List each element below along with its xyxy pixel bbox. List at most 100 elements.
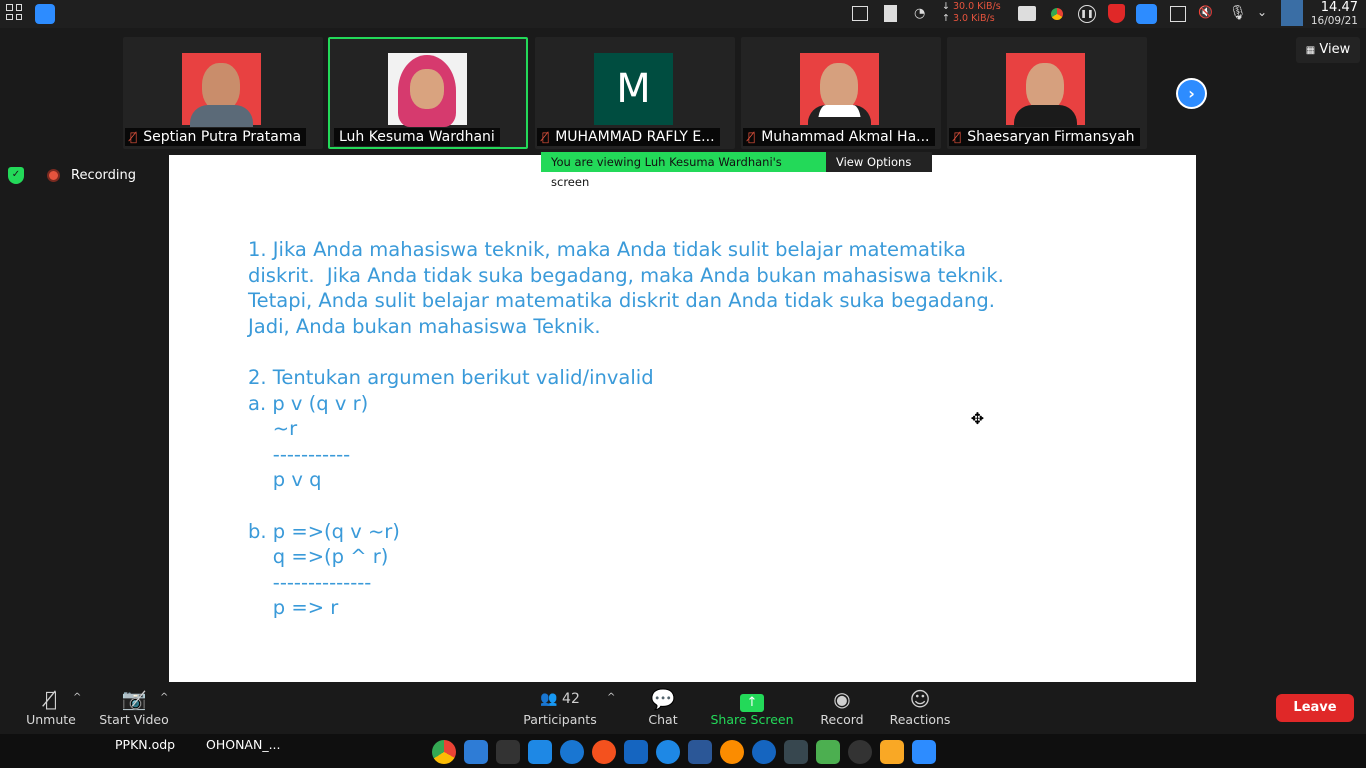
microphone-icon[interactable]: 🎙 <box>1229 5 1247 23</box>
slide-content: 1. Jika Anda mahasiswa teknik, maka Anda… <box>248 238 1004 620</box>
reactions-button[interactable]: ☺ Reactions <box>888 686 952 728</box>
clock-time: 14.47 <box>1320 0 1358 15</box>
workspace-preview[interactable] <box>1281 0 1303 26</box>
participant-name: Septian Putra Pratama <box>143 129 302 145</box>
shared-screen[interactable]: 1. Jika Anda mahasiswa teknik, maka Anda… <box>169 155 1196 682</box>
mic-muted-icon: 🎙̸ <box>542 130 550 144</box>
participant-tile[interactable]: 🎙̸ Muhammad Akmal Ha... <box>741 37 941 149</box>
reactions-label: Reactions <box>889 712 951 727</box>
record-label: Record <box>820 712 864 727</box>
participant-tile[interactable]: M 🎙̸ MUHAMMAD RAFLY E... <box>535 37 735 149</box>
participant-name-bar: Luh Kesuma Wardhani <box>334 128 500 146</box>
download-rate: 30.0 KiB/s <box>952 1 1001 12</box>
chevron-right-icon: › <box>1178 80 1205 107</box>
meeting-toolbar: 🎙̸ Unmute ^ 📷̸ Start Video ^ 👥 42 Partic… <box>0 682 1366 734</box>
chrome-icon[interactable] <box>432 740 456 764</box>
security-shield-icon[interactable] <box>1108 4 1125 23</box>
monitor-icon[interactable] <box>816 740 840 764</box>
clock-date: 16/09/21 <box>1310 15 1358 27</box>
viewing-screen-label: You are viewing Luh Kesuma Wardhani's sc… <box>541 152 826 189</box>
bird-app-icon[interactable] <box>880 740 904 764</box>
clipboard-icon[interactable] <box>1170 6 1186 22</box>
participant-name-bar: 🎙̸ Shaesaryan Firmansyah <box>949 128 1140 146</box>
settings-icon[interactable] <box>784 740 808 764</box>
participant-photo <box>388 53 467 127</box>
participant-name-bar: 🎙̸ Septian Putra Pratama <box>125 128 307 146</box>
chat-icon: 💬 <box>650 687 676 711</box>
participant-name: Shaesaryan Firmansyah <box>967 129 1135 145</box>
next-page-button[interactable]: › <box>1176 78 1207 109</box>
orange-app-icon[interactable] <box>720 740 744 764</box>
zoom-tray-icon[interactable] <box>1136 4 1157 24</box>
share-screen-button[interactable]: ↑ Share Screen <box>708 686 796 728</box>
trash-icon[interactable] <box>884 5 897 22</box>
vscode-icon[interactable] <box>528 740 552 764</box>
app-grid-icon[interactable] <box>6 4 22 20</box>
window-icon[interactable] <box>852 6 868 21</box>
participant-name-bar: 🎙̸ Muhammad Akmal Ha... <box>743 128 935 146</box>
encryption-shield-icon[interactable]: ✓ <box>8 167 24 184</box>
participants-label: Participants <box>523 712 597 727</box>
network-speed: ↓ 30.0 KiB/s ↑ 3.0 KiB/s <box>942 1 1001 24</box>
reactions-icon: ☺ <box>909 687 931 711</box>
participant-name: Muhammad Akmal Ha... <box>761 129 930 145</box>
mic-muted-icon: 🎙̸ <box>130 130 138 144</box>
system-top-bar: ◔ ↓ 30.0 KiB/s ↑ 3.0 KiB/s ❚❚ 🔇 🎙 ⌄ 14.4… <box>0 0 1366 28</box>
file-manager-icon[interactable] <box>464 740 488 764</box>
view-label: View <box>1319 42 1351 57</box>
chat-button[interactable]: 💬 Chat <box>640 686 686 728</box>
participant-name: Luh Kesuma Wardhani <box>339 129 495 145</box>
participants-caret-icon[interactable]: ^ <box>607 692 615 703</box>
mail-icon[interactable] <box>624 740 648 764</box>
zoom-app-icon[interactable] <box>35 4 55 24</box>
participants-button[interactable]: 👥 42 Participants <box>520 686 600 728</box>
chevron-down-icon: ⌄ <box>836 175 846 189</box>
pause-icon[interactable]: ❚❚ <box>1078 5 1096 23</box>
volume-muted-icon[interactable]: 🔇 <box>1198 5 1218 23</box>
view-button[interactable]: ▦ View <box>1296 37 1360 63</box>
network-app-icon[interactable] <box>560 740 584 764</box>
taskbar-dock <box>432 740 936 764</box>
participants-count: 42 <box>562 691 580 707</box>
upload-rate: 3.0 KiB/s <box>952 13 995 24</box>
participant-tile[interactable]: 🎙̸ Septian Putra Pratama <box>123 37 323 149</box>
edge-icon[interactable] <box>656 740 680 764</box>
clock[interactable]: 14.47 16/09/21 <box>1310 0 1358 28</box>
participant-tile[interactable]: 🎙̸ Shaesaryan Firmansyah <box>947 37 1147 149</box>
s-app-icon[interactable] <box>848 740 872 764</box>
participant-name: MUHAMMAD RAFLY E... <box>555 129 715 145</box>
notes-icon[interactable] <box>1018 6 1036 21</box>
unmute-label: Unmute <box>26 712 76 727</box>
zoom-dock-icon[interactable] <box>912 740 936 764</box>
share-screen-icon: ↑ <box>740 694 764 712</box>
leave-button[interactable]: Leave <box>1276 694 1354 722</box>
grid-icon: ▦ <box>1305 45 1316 56</box>
participant-photo <box>800 53 879 127</box>
share-banner: You are viewing Luh Kesuma Wardhani's sc… <box>541 152 932 189</box>
move-cursor-icon: ✥ <box>970 409 985 428</box>
browser-icon[interactable] <box>752 740 776 764</box>
wifi-icon[interactable]: ◔ <box>914 6 930 22</box>
participant-tile-active-speaker[interactable]: Luh Kesuma Wardhani <box>328 37 528 149</box>
participant-avatar-initial: M <box>594 53 673 125</box>
chevron-down-icon[interactable]: ⌄ <box>1257 5 1271 23</box>
record-button[interactable]: ◉ Record <box>816 686 868 728</box>
participant-name-bar: 🎙̸ MUHAMMAD RAFLY E... <box>537 128 720 146</box>
video-options-caret-icon[interactable]: ^ <box>160 692 168 703</box>
view-options-button[interactable]: View Options ⌄ <box>826 152 932 189</box>
participant-photo <box>1006 53 1085 127</box>
taskbar-window-ohonan[interactable]: OHONAN_... <box>206 737 281 753</box>
mic-muted-icon: 🎙̸ <box>748 130 756 144</box>
terminal-icon[interactable] <box>496 740 520 764</box>
word-icon[interactable] <box>688 740 712 764</box>
mic-muted-icon: 🎙̸ <box>954 130 962 144</box>
audio-options-caret-icon[interactable]: ^ <box>73 692 81 703</box>
draw-app-icon[interactable] <box>592 740 616 764</box>
recording-icon[interactable] <box>47 169 60 182</box>
participants-icon: 👥 42 <box>540 691 580 707</box>
chat-label: Chat <box>648 712 678 727</box>
taskbar-window-ppkn[interactable]: PPKN.odp <box>115 737 175 753</box>
participant-photo <box>182 53 261 127</box>
start-video-label: Start Video <box>99 712 169 727</box>
chrome-icon[interactable] <box>1048 5 1066 23</box>
